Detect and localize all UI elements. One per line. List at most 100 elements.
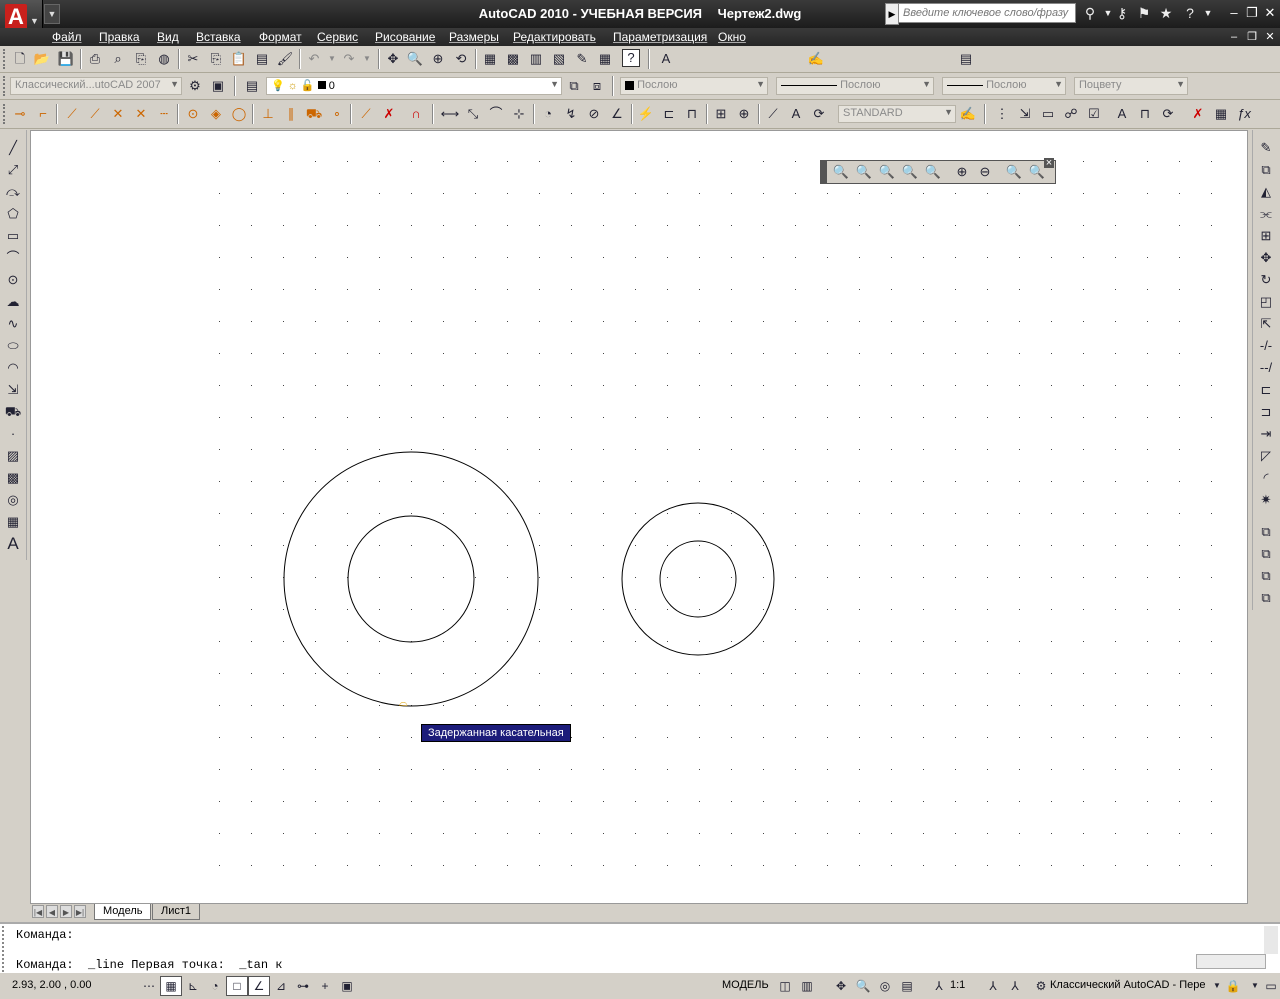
dim-continue-icon[interactable]: ⊓ xyxy=(682,104,702,124)
pan-icon[interactable]: ✥ xyxy=(383,49,403,69)
copy-object-icon[interactable]: ⧉ xyxy=(1256,160,1276,180)
doc-close-button[interactable]: ✕ xyxy=(1262,29,1278,45)
last-tab-arrow-icon[interactable]: ▶| xyxy=(74,905,86,918)
showmotion-icon[interactable]: ▤ xyxy=(896,976,918,996)
first-tab-arrow-icon[interactable]: |◀ xyxy=(32,905,44,918)
hatch-icon[interactable]: ▨ xyxy=(3,446,23,466)
snap-none-icon[interactable]: ✗ xyxy=(379,104,399,124)
send-under-icon[interactable]: ⧉ xyxy=(1256,588,1276,608)
fillet-icon[interactable]: ◜ xyxy=(1256,468,1276,488)
table-icon[interactable]: ▦ xyxy=(3,512,23,532)
tool-palettes-icon[interactable]: ▥ xyxy=(526,49,546,69)
send-to-back-icon[interactable]: ⧉ xyxy=(1256,544,1276,564)
auto-scale-icon[interactable]: ⅄ xyxy=(1004,976,1026,996)
temp-track-icon[interactable]: ⊸ xyxy=(10,104,30,124)
markup-icon[interactable]: ✎ xyxy=(572,49,592,69)
break-at-point-icon[interactable]: ⊏ xyxy=(1256,380,1276,400)
toolbar-grip[interactable] xyxy=(3,76,9,96)
toolbar-grip[interactable] xyxy=(821,161,827,183)
workspace-settings-icon[interactable]: ▣ xyxy=(208,76,228,96)
menu-modify[interactable]: Редактировать xyxy=(513,30,596,44)
dim-jogged-icon[interactable]: ↯ xyxy=(561,104,581,124)
lock-icon[interactable]: 🔒 xyxy=(1222,976,1244,996)
chevron-down-icon[interactable]: ▼ xyxy=(357,49,377,69)
sync-icon[interactable]: ⟳ xyxy=(1158,104,1178,124)
menu-view[interactable]: Вид xyxy=(157,30,179,44)
dynamic-input-icon[interactable]: ⊶ xyxy=(292,976,314,996)
pan-status-icon[interactable]: ✥ xyxy=(830,976,852,996)
erase-icon[interactable]: ✎ xyxy=(1256,138,1276,158)
snap-perpendicular-icon[interactable]: ⊥ xyxy=(258,104,278,124)
dim-baseline-icon[interactable]: ⊏ xyxy=(659,104,679,124)
menu-format[interactable]: Формат xyxy=(259,30,302,44)
circle-icon[interactable]: ⊙ xyxy=(3,270,23,290)
array-icon[interactable]: ⊞ xyxy=(1256,226,1276,246)
coordinates-readout[interactable]: 2.93, 2.00 , 0.00 xyxy=(12,979,92,991)
menu-tools[interactable]: Сервис xyxy=(317,30,358,44)
snap-node-icon[interactable]: ∘ xyxy=(327,104,347,124)
command-prompt-line[interactable]: Команда: _line Первая точка: _tan к xyxy=(16,958,282,972)
search-expand-button[interactable]: ▶ xyxy=(885,3,899,25)
dim-arc-icon[interactable]: ⌒ xyxy=(486,104,506,124)
quick-properties-icon[interactable]: ▣ xyxy=(336,976,358,996)
table-style-icon[interactable]: ▤ xyxy=(956,49,976,69)
ellipse-arc-icon[interactable]: ◠ xyxy=(3,358,23,378)
model-space-label[interactable]: МОДЕЛЬ xyxy=(722,979,769,991)
subscription-icon[interactable]: ⚷ xyxy=(1112,3,1132,23)
make-block-icon[interactable]: ⛟ xyxy=(3,402,23,422)
erase-block-icon[interactable]: ✗ xyxy=(1188,104,1208,124)
paste-icon[interactable]: 📋 xyxy=(229,49,249,69)
model-layout-icon[interactable]: ◫ xyxy=(774,976,796,996)
zoom-center-icon[interactable]: 🔍 xyxy=(900,162,920,182)
design-center-icon[interactable]: ▩ xyxy=(503,49,523,69)
zoom-previous-icon[interactable]: ⟲ xyxy=(451,49,471,69)
zoom-realtime-icon[interactable]: 🔍 xyxy=(405,49,425,69)
object-snap-tracking-icon[interactable]: ∠ xyxy=(248,976,270,996)
workspace-select[interactable]: Классический...utoCAD 2007 ▼ xyxy=(10,77,182,95)
drawing-canvas[interactable] xyxy=(30,130,1248,904)
match-properties-icon[interactable]: 🖌 xyxy=(275,49,295,69)
snap-nearest-icon[interactable]: ⟋ xyxy=(356,104,376,124)
annotation-visibility-icon[interactable]: ⅄ xyxy=(982,976,1004,996)
calculator-icon[interactable]: ▦ xyxy=(595,49,615,69)
polygon-icon[interactable]: ⬠ xyxy=(3,204,23,224)
outer-circle-left[interactable] xyxy=(283,451,539,707)
dim-angular-icon[interactable]: ∠ xyxy=(607,104,627,124)
rectangle-icon[interactable]: ▭ xyxy=(3,226,23,246)
menu-edit[interactable]: Правка xyxy=(99,30,140,44)
zoom-window-icon[interactable]: 🔍 xyxy=(831,162,851,182)
outer-circle-right[interactable] xyxy=(621,502,775,656)
binoculars-icon[interactable]: ⚲ xyxy=(1080,3,1100,23)
cut-icon[interactable]: ✂ xyxy=(183,49,203,69)
snap-quadrant-icon[interactable]: ◈ xyxy=(206,104,226,124)
table-icon[interactable]: ▦ xyxy=(1211,104,1231,124)
close-icon[interactable]: × xyxy=(1044,158,1054,169)
snap-extension-icon[interactable]: ┄ xyxy=(154,104,174,124)
scale-icon[interactable]: ◰ xyxy=(1256,292,1276,312)
annotation-scale-icon[interactable]: ⅄ xyxy=(928,976,950,996)
dim-style-select-2[interactable]: STANDARD ▼ xyxy=(838,105,956,123)
tab-model[interactable]: Модель xyxy=(94,904,152,920)
plot-icon[interactable]: ⎙ xyxy=(85,49,105,69)
dim-ordinate-icon[interactable]: ⊹ xyxy=(509,104,529,124)
command-horizontal-scrollbar[interactable] xyxy=(1196,954,1266,969)
zoom-all-icon[interactable]: 🔍 xyxy=(1004,162,1024,182)
extend-icon[interactable]: --/ xyxy=(1256,358,1276,378)
quick-access-dropdown[interactable]: ▼ xyxy=(44,4,60,24)
dim-linear-icon[interactable]: ⟷ xyxy=(440,104,460,124)
zoom-in-icon[interactable]: ⊕ xyxy=(952,162,972,182)
region-icon[interactable]: ◎ xyxy=(3,490,23,510)
toolbar-grip[interactable] xyxy=(3,104,9,124)
construction-line-icon[interactable]: ⤢ xyxy=(3,160,23,180)
workspace-switch[interactable]: Классический AutoCAD - Пере xyxy=(1050,979,1205,991)
lineweight-toggle-icon[interactable]: + xyxy=(314,976,336,996)
polyline-icon[interactable]: ⤼ xyxy=(3,182,23,202)
break-icon[interactable]: ⊐ xyxy=(1256,402,1276,422)
revision-cloud-icon[interactable]: ☁ xyxy=(3,292,23,312)
stretch-icon[interactable]: ⇱ xyxy=(1256,314,1276,334)
layer-manager-icon[interactable]: ▤ xyxy=(242,76,262,96)
color-select[interactable]: Послою ▼ xyxy=(620,77,768,95)
field-icon[interactable]: ⊓ xyxy=(1135,104,1155,124)
function-icon[interactable]: ƒx xyxy=(1234,104,1254,124)
quick-view-layouts-icon[interactable]: ▥ xyxy=(796,976,818,996)
